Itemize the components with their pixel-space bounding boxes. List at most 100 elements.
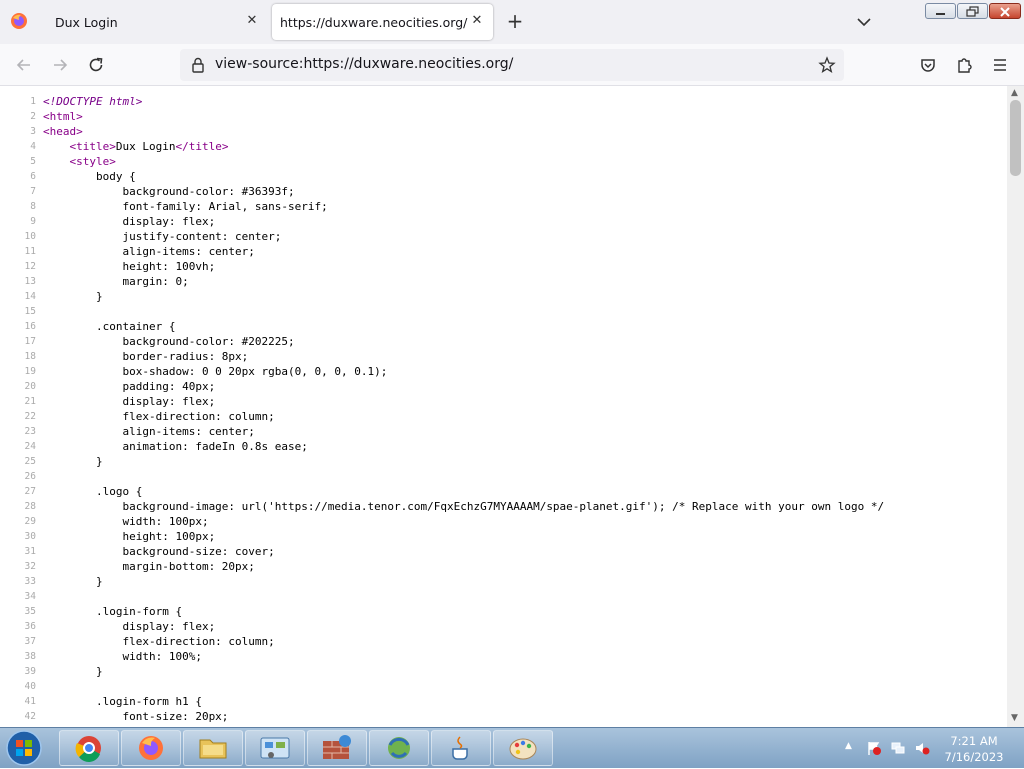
line-code: <!DOCTYPE html>	[43, 95, 143, 108]
line-code: display: flex;	[43, 620, 216, 633]
source-line: 2 <html>	[0, 109, 1007, 124]
source-line: 40	[0, 679, 1007, 694]
line-code: padding: 40px;	[43, 380, 216, 393]
source-line: 24 animation: fadeIn 0.8s ease;	[0, 439, 1007, 454]
puzzle-icon[interactable]	[954, 55, 974, 75]
chrome-icon[interactable]	[59, 730, 119, 766]
paint-icon[interactable]	[493, 730, 553, 766]
line-number: 2	[30, 111, 36, 122]
network-icon[interactable]	[369, 730, 429, 766]
source-line: 29 width: 100px;	[0, 514, 1007, 529]
list-all-tabs-icon[interactable]	[855, 13, 873, 31]
forward-arrow-icon[interactable]	[50, 55, 70, 75]
source-line: 8 font-family: Arial, sans-serif;	[0, 199, 1007, 214]
source-line: 11 align-items: center;	[0, 244, 1007, 259]
source-line: 27 .logo {	[0, 484, 1007, 499]
line-number: 30	[24, 531, 36, 542]
source-line: 38 width: 100%;	[0, 649, 1007, 664]
line-number: 25	[24, 456, 36, 467]
firefox-icon[interactable]	[121, 730, 181, 766]
line-number: 14	[24, 291, 36, 302]
line-code: margin-bottom: 20px;	[43, 560, 255, 573]
tab-dux-login[interactable]: Dux Login ✕	[42, 4, 268, 40]
line-code: }	[43, 665, 103, 678]
source-line: 21 display: flex;	[0, 394, 1007, 409]
source-line: 6 body {	[0, 169, 1007, 184]
line-code: margin: 0;	[43, 275, 189, 288]
hamburger-icon[interactable]	[990, 55, 1010, 75]
network-status-icon[interactable]	[890, 740, 906, 756]
url-text[interactable]: view-source:https://duxware.neocities.or…	[215, 56, 513, 72]
line-code: .logo {	[43, 485, 143, 498]
close-tab-icon[interactable]: ✕	[469, 13, 485, 29]
scroll-thumb[interactable]	[1010, 100, 1021, 176]
source-line: 14 }	[0, 289, 1007, 304]
tab-view-source[interactable]: https://duxware.neocities.org/ ✕	[272, 4, 493, 40]
tab-title: https://duxware.neocities.org/	[280, 14, 468, 30]
scroll-down-icon[interactable]: ▼	[1011, 713, 1018, 723]
source-line: 42 font-size: 20px;	[0, 709, 1007, 724]
close-tab-icon[interactable]: ✕	[244, 13, 260, 29]
taskbar: ▲ 7:21 AM 7/16/2023	[0, 727, 1024, 768]
firefox-logo-icon[interactable]	[10, 12, 28, 30]
source-line: 5 <style>	[0, 154, 1007, 169]
line-number: 5	[30, 156, 36, 167]
line-number: 31	[24, 546, 36, 557]
navigation-toolbar: view-source:https://duxware.neocities.or…	[0, 44, 1024, 86]
reload-icon[interactable]	[86, 55, 106, 75]
line-number: 8	[30, 201, 36, 212]
close-window-button[interactable]	[989, 3, 1021, 19]
line-number: 27	[24, 486, 36, 497]
scroll-up-icon[interactable]: ▲	[1011, 88, 1018, 98]
lock-icon[interactable]	[190, 56, 206, 74]
action-center-flag-icon[interactable]	[866, 740, 882, 756]
line-number: 23	[24, 426, 36, 437]
line-number: 22	[24, 411, 36, 422]
new-tab-icon[interactable]: +	[505, 11, 525, 31]
source-line: 20 padding: 40px;	[0, 379, 1007, 394]
line-code: font-size: 20px;	[43, 710, 229, 723]
line-code: }	[43, 575, 103, 588]
line-number: 37	[24, 636, 36, 647]
source-line: 31 background-size: cover;	[0, 544, 1007, 559]
source-line: 23 align-items: center;	[0, 424, 1007, 439]
url-bar[interactable]: view-source:https://duxware.neocities.or…	[180, 49, 844, 81]
clock[interactable]: 7:21 AM 7/16/2023	[940, 733, 1008, 765]
control-panel-icon[interactable]	[245, 730, 305, 766]
line-code: background-size: cover;	[43, 545, 275, 558]
source-line: 25 }	[0, 454, 1007, 469]
volume-muted-icon[interactable]	[914, 740, 930, 756]
line-code: <head>	[43, 125, 83, 138]
line-number: 16	[24, 321, 36, 332]
line-code: .login-form {	[43, 605, 183, 618]
restore-button[interactable]	[957, 3, 988, 19]
tab-title: Dux Login	[55, 14, 118, 30]
source-line: 34	[0, 589, 1007, 604]
vertical-scrollbar[interactable]: ▲ ▼	[1007, 86, 1024, 727]
java-icon[interactable]	[431, 730, 491, 766]
file-explorer-icon[interactable]	[183, 730, 243, 766]
source-line: 12 height: 100vh;	[0, 259, 1007, 274]
source-line: 4 <title>Dux Login</title>	[0, 139, 1007, 154]
line-code: font-family: Arial, sans-serif;	[43, 200, 328, 213]
pocket-icon[interactable]	[918, 55, 938, 75]
show-hidden-icons-icon[interactable]: ▲	[845, 741, 852, 751]
line-code: <html>	[43, 110, 83, 123]
start-button[interactable]	[4, 729, 44, 767]
minimize-button[interactable]	[925, 3, 956, 19]
line-number: 6	[30, 171, 36, 182]
firewall-icon[interactable]	[307, 730, 367, 766]
line-number: 42	[24, 711, 36, 722]
line-number: 32	[24, 561, 36, 572]
source-line: 39 }	[0, 664, 1007, 679]
source-line: 13 margin: 0;	[0, 274, 1007, 289]
line-number: 40	[24, 681, 36, 692]
tab-bar: Dux Login ✕ https://duxware.neocities.or…	[0, 0, 1024, 44]
line-code: flex-direction: column;	[43, 635, 275, 648]
line-number: 41	[24, 696, 36, 707]
back-arrow-icon[interactable]	[14, 55, 34, 75]
line-number: 19	[24, 366, 36, 377]
star-icon[interactable]	[818, 56, 836, 74]
view-source-content[interactable]: 1 <!DOCTYPE html> 2 <html> 3 <head> 4 <title>D…	[0, 86, 1007, 727]
line-number: 7	[30, 186, 36, 197]
